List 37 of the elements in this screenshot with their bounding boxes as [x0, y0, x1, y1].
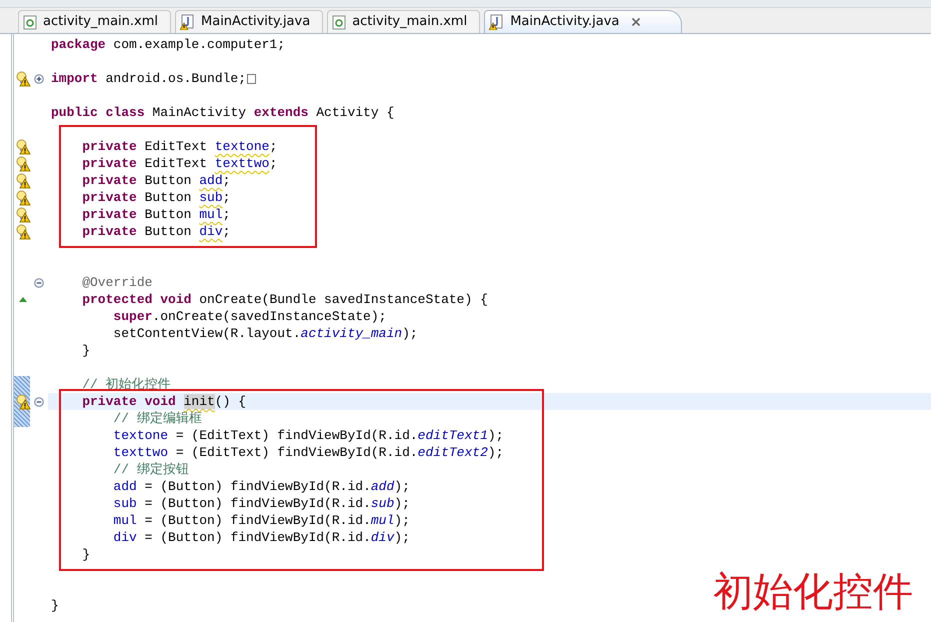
code-line: package com.example.computer1;	[51, 37, 286, 52]
xml-file-icon	[23, 14, 37, 30]
code-line: private EditText texttwo;	[81, 156, 278, 171]
code-line: import android.os.Bundle;	[51, 71, 246, 86]
code-line: private Button div;	[81, 224, 230, 239]
code-line: setContentView(R.layout.activity_main);	[112, 326, 418, 341]
code-line: div = (Button) findViewById(R.id.div);	[112, 530, 410, 545]
close-icon[interactable]	[631, 17, 642, 27]
collapse-icon[interactable]	[34, 278, 44, 288]
code-line: super.onCreate(savedInstanceState);	[112, 309, 386, 324]
collapse-icon[interactable]	[34, 396, 44, 406]
folded-code-icon[interactable]	[247, 74, 256, 84]
code-line: mul = (Button) findViewById(R.id.mul);	[112, 513, 410, 528]
code-line: }	[81, 343, 90, 358]
xml-file-icon	[332, 14, 346, 30]
code-line: protected void onCreate(Bundle savedInstanceState) {	[81, 292, 488, 307]
code-line: sub = (Button) findViewById(R.id.sub);	[112, 496, 410, 511]
code-line: private Button sub;	[81, 190, 230, 205]
expand-icon[interactable]	[34, 74, 44, 84]
code-line: @Override	[81, 275, 152, 290]
code-line: }	[51, 598, 59, 613]
code-line: public class MainActivity extends Activity {	[51, 105, 394, 120]
editor-tab[interactable]: activity_main.xml	[327, 10, 480, 33]
code-line: private void init() {	[81, 394, 246, 409]
caption-text: 初始化控件	[713, 570, 913, 614]
code-line: private EditText textone;	[81, 139, 278, 154]
editor-tab[interactable]: MainActivity.java	[484, 10, 682, 33]
code-line: private Button mul;	[81, 207, 230, 222]
code-line: // 绑定编辑框	[112, 411, 202, 426]
code-line: textone = (EditText) findViewById(R.id.editText1);	[112, 428, 504, 443]
code-line: private Button add;	[81, 173, 230, 188]
code-line: }	[81, 547, 90, 562]
code-line: add = (Button) findViewById(R.id.add);	[112, 479, 410, 494]
editor-tab[interactable]: MainActivity.java	[175, 10, 324, 33]
code-line: texttwo = (EditText) findViewById(R.id.editText2);	[112, 445, 504, 460]
editor-tab[interactable]: activity_main.xml	[18, 10, 172, 33]
code-line: // 绑定按钮	[112, 462, 189, 477]
